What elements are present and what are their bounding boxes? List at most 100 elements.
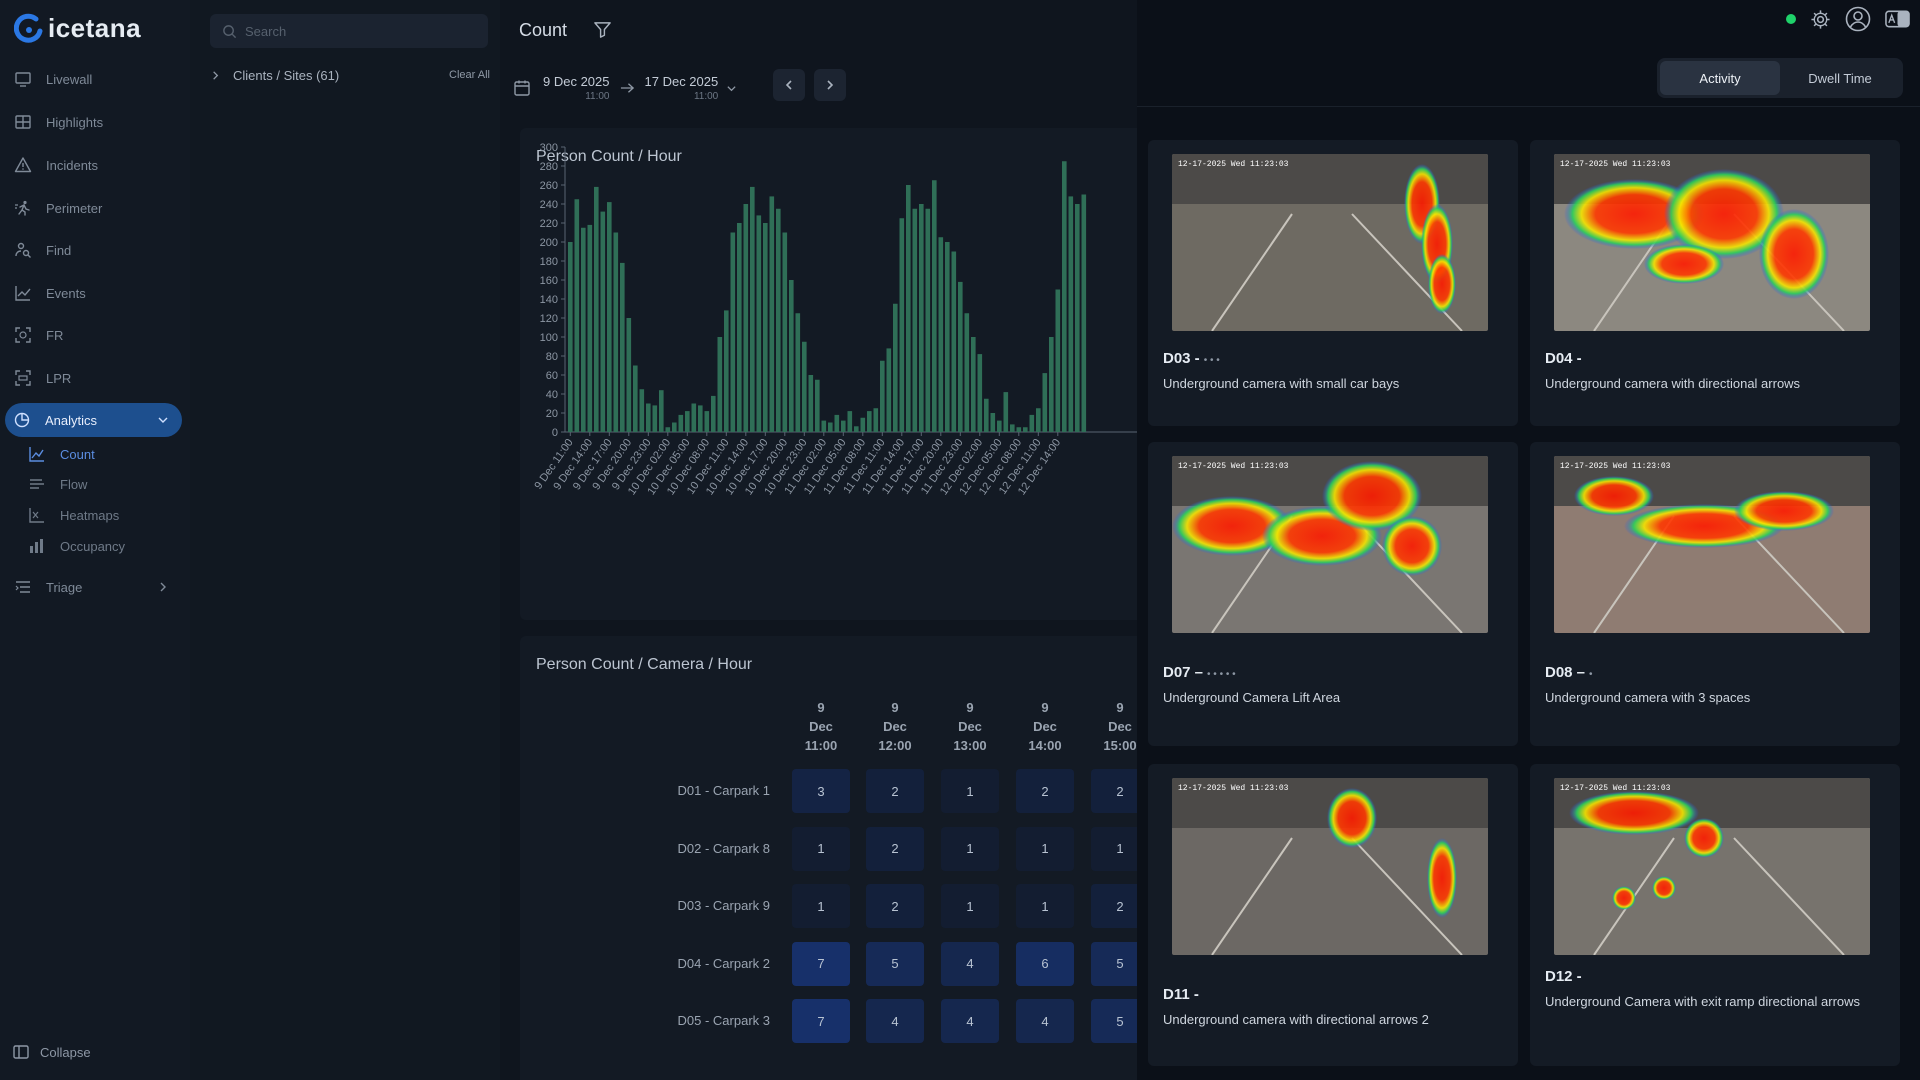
- camera-card[interactable]: 12-17-2025 Wed 11:23:03 D03 - • • • Undergr…: [1148, 140, 1518, 426]
- bar[interactable]: [704, 411, 710, 432]
- table-cell[interactable]: 4: [866, 999, 924, 1043]
- bar[interactable]: [1010, 424, 1015, 432]
- bar[interactable]: [1075, 204, 1080, 432]
- camera-heatmap-thumbnail[interactable]: 12-17-2025 Wed 11:23:03: [1554, 456, 1870, 633]
- camera-heatmap-thumbnail[interactable]: 12-17-2025 Wed 11:23:03: [1172, 154, 1488, 331]
- camera-card[interactable]: 12-17-2025 Wed 11:23:03 D08 – • Underground…: [1530, 442, 1900, 746]
- bar[interactable]: [1023, 427, 1028, 432]
- table-cell[interactable]: 7: [792, 941, 850, 986]
- tab-dwell-time[interactable]: Dwell Time: [1780, 61, 1900, 95]
- bar[interactable]: [847, 411, 853, 432]
- bar[interactable]: [633, 365, 638, 433]
- bar[interactable]: [620, 262, 625, 432]
- bar[interactable]: [678, 414, 684, 432]
- bar[interactable]: [711, 395, 716, 432]
- table-cell[interactable]: 1: [941, 769, 999, 813]
- table-cell[interactable]: 1: [1016, 884, 1074, 928]
- bar[interactable]: [912, 208, 918, 432]
- table-cell[interactable]: 5: [1091, 999, 1137, 1043]
- bar[interactable]: [568, 242, 573, 432]
- nav-item-incidents[interactable]: Incidents: [10, 148, 182, 182]
- bar[interactable]: [990, 413, 996, 432]
- nav-item-events[interactable]: Events: [10, 276, 182, 310]
- bar[interactable]: [808, 375, 814, 432]
- bar[interactable]: [1036, 408, 1041, 432]
- bar[interactable]: [834, 414, 840, 432]
- bar[interactable]: [665, 427, 671, 432]
- camera-card[interactable]: 12-17-2025 Wed 11:23:03 D04 - Underground …: [1530, 140, 1900, 426]
- table-cell[interactable]: 2: [866, 884, 924, 928]
- bar[interactable]: [1029, 414, 1035, 432]
- bar[interactable]: [841, 420, 846, 432]
- camera-heatmap-thumbnail[interactable]: 12-17-2025 Wed 11:23:03: [1172, 778, 1488, 955]
- table-cell[interactable]: 5: [866, 941, 924, 986]
- bar[interactable]: [607, 202, 612, 432]
- bar[interactable]: [795, 313, 801, 432]
- table-cell[interactable]: 1: [941, 884, 999, 928]
- next-range-button[interactable]: [814, 69, 846, 101]
- bar[interactable]: [951, 251, 957, 433]
- previous-range-button[interactable]: [773, 69, 805, 101]
- search-input[interactable]: [245, 23, 475, 39]
- bar[interactable]: [802, 341, 807, 432]
- bar[interactable]: [789, 280, 794, 432]
- language-translate-icon[interactable]: [1885, 9, 1910, 29]
- bar[interactable]: [919, 204, 924, 432]
- bar[interactable]: [659, 390, 664, 432]
- nav-item-lpr[interactable]: LPR: [10, 361, 182, 395]
- bar[interactable]: [1068, 196, 1074, 432]
- bar[interactable]: [652, 405, 658, 432]
- table-cell[interactable]: 3: [792, 769, 850, 813]
- bar[interactable]: [639, 389, 645, 432]
- table-cell[interactable]: 4: [1016, 999, 1074, 1043]
- bar[interactable]: [1049, 337, 1054, 432]
- bar[interactable]: [646, 403, 651, 433]
- bar[interactable]: [763, 223, 768, 432]
- camera-heatmap-thumbnail[interactable]: 12-17-2025 Wed 11:23:03: [1172, 456, 1488, 633]
- bar[interactable]: [828, 422, 833, 433]
- gear-icon[interactable]: [1810, 9, 1831, 30]
- bar[interactable]: [613, 232, 619, 433]
- filter-icon[interactable]: [593, 20, 612, 39]
- table-cell[interactable]: 1: [792, 826, 850, 871]
- table-cell[interactable]: 6: [1016, 941, 1074, 986]
- bar[interactable]: [743, 204, 749, 432]
- bar[interactable]: [782, 232, 788, 433]
- bar[interactable]: [873, 408, 879, 432]
- bar[interactable]: [977, 354, 983, 432]
- bar[interactable]: [1062, 161, 1067, 432]
- bar[interactable]: [626, 318, 632, 432]
- camera-card[interactable]: 12-17-2025 Wed 11:23:03 D07 – • • • • • Und…: [1148, 442, 1518, 746]
- collapse-button[interactable]: Collapse: [12, 1043, 91, 1061]
- bar[interactable]: [854, 426, 859, 432]
- bar[interactable]: [932, 180, 937, 432]
- bar[interactable]: [756, 215, 762, 432]
- nav-item-find[interactable]: Find: [10, 233, 182, 267]
- bar[interactable]: [776, 208, 781, 432]
- clients-sites-tree[interactable]: Clients / Sites (61) Clear All: [210, 64, 490, 86]
- bar[interactable]: [1081, 194, 1087, 433]
- user-account-icon[interactable]: [1845, 6, 1871, 32]
- camera-heatmap-thumbnail[interactable]: 12-17-2025 Wed 11:23:03: [1554, 778, 1870, 955]
- nav-item-analytics[interactable]: Analytics: [5, 403, 182, 437]
- bar[interactable]: [1042, 373, 1048, 432]
- search-box[interactable]: [210, 14, 488, 48]
- bar[interactable]: [821, 420, 827, 432]
- bar[interactable]: [1003, 392, 1009, 432]
- bar[interactable]: [906, 185, 911, 432]
- bar[interactable]: [971, 337, 976, 432]
- sub-item-count[interactable]: Count: [28, 441, 95, 467]
- bar[interactable]: [581, 227, 586, 432]
- bar[interactable]: [587, 224, 593, 432]
- bar[interactable]: [574, 199, 580, 432]
- bar[interactable]: [945, 242, 950, 432]
- table-cell[interactable]: 7: [792, 999, 850, 1043]
- nav-item-livewall[interactable]: Livewall: [10, 62, 182, 96]
- bar[interactable]: [724, 310, 729, 432]
- table-cell[interactable]: 2: [866, 826, 924, 871]
- bar[interactable]: [717, 337, 723, 432]
- bar[interactable]: [730, 232, 736, 433]
- bar[interactable]: [698, 405, 703, 432]
- bar[interactable]: [886, 348, 892, 432]
- bar[interactable]: [899, 218, 905, 432]
